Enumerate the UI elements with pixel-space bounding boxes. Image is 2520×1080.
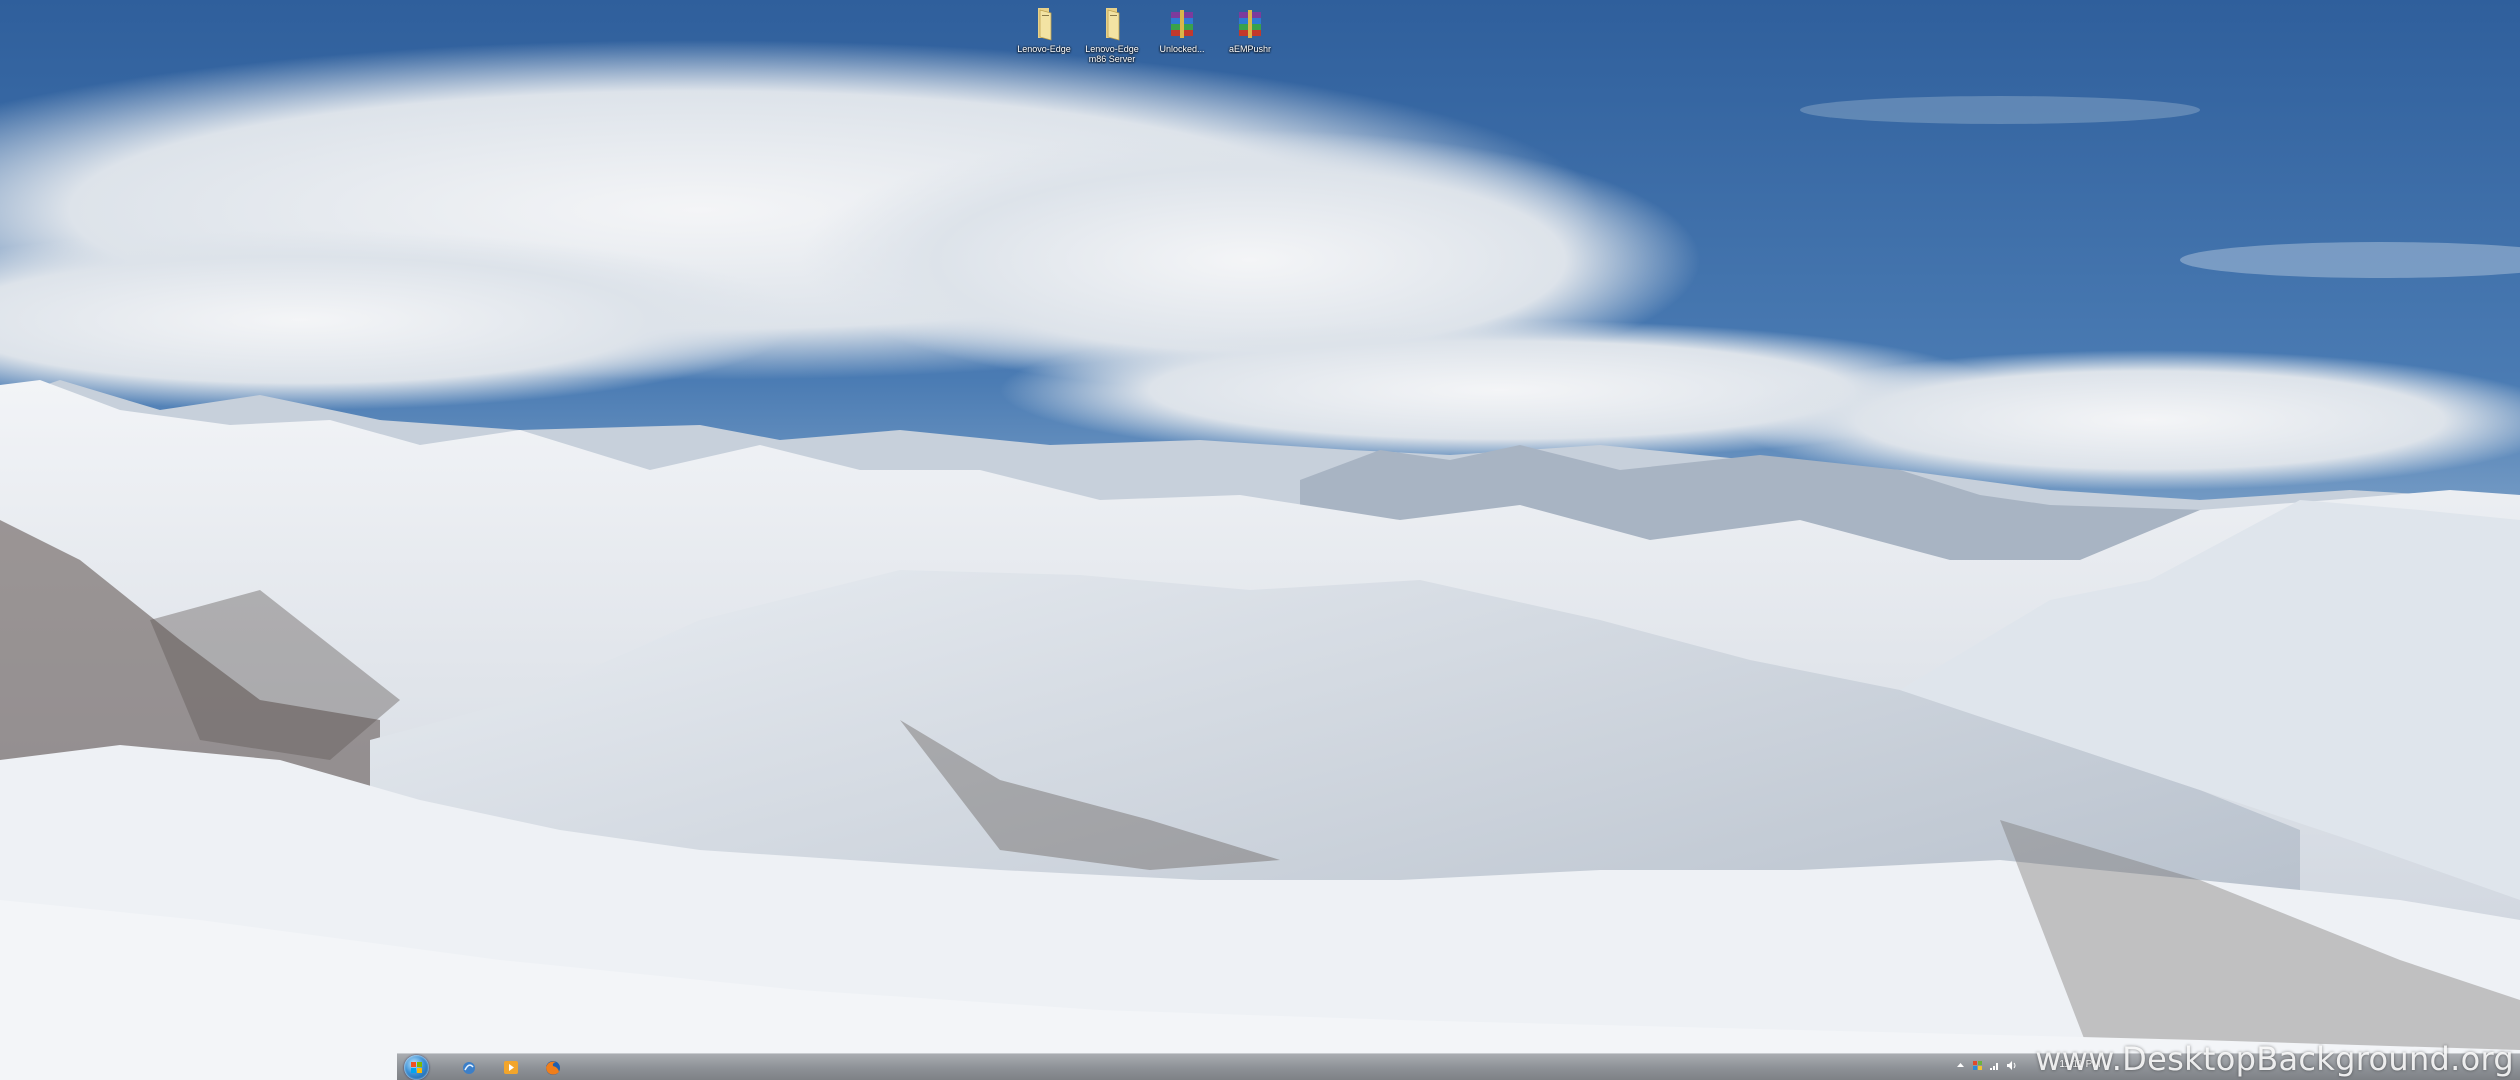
desktop-wallpaper bbox=[0, 0, 2520, 1080]
desktop-icon-label: aEMPushr bbox=[1228, 44, 1272, 54]
firefox-icon[interactable] bbox=[543, 1058, 563, 1077]
folder-icon bbox=[1038, 8, 1052, 41]
winrar-archive-icon bbox=[1171, 10, 1193, 38]
watermark-text: www.DesktopBackground.org bbox=[2035, 1040, 2514, 1078]
windows-logo-icon bbox=[417, 1068, 422, 1073]
desktop-icon-lenovo-edge[interactable]: Lenovo-Edge bbox=[1012, 6, 1076, 54]
desktop-icon-label: Unlocked... bbox=[1159, 44, 1205, 54]
desktop-icon-label: Lenovo-Edge bbox=[1017, 44, 1071, 54]
network-icon[interactable] bbox=[1989, 1060, 2000, 1071]
show-hidden-icons[interactable] bbox=[1955, 1060, 1966, 1071]
desktop-icon-label: Lenovo-Edge m86 Server bbox=[1085, 44, 1139, 64]
desktop-icon-aempushr-archive[interactable]: aEMPushr bbox=[1218, 6, 1282, 54]
volume-icon[interactable] bbox=[2006, 1060, 2017, 1071]
desktop-icon-unlocked-archive[interactable]: Unlocked... bbox=[1150, 6, 1214, 54]
windows-logo-icon bbox=[411, 1068, 416, 1073]
media-player-icon[interactable] bbox=[501, 1058, 521, 1077]
notification-flag-icon[interactable] bbox=[1972, 1060, 1983, 1071]
windows-logo-icon bbox=[417, 1062, 422, 1067]
start-button[interactable] bbox=[404, 1055, 429, 1080]
windows-explorer-icon[interactable] bbox=[459, 1058, 479, 1077]
desktop-icon-lenovo-edge-m86-server[interactable]: Lenovo-Edge m86 Server bbox=[1080, 6, 1144, 64]
winrar-archive-icon bbox=[1239, 10, 1261, 38]
windows-logo-icon bbox=[411, 1062, 416, 1067]
folder-icon bbox=[1106, 8, 1120, 41]
